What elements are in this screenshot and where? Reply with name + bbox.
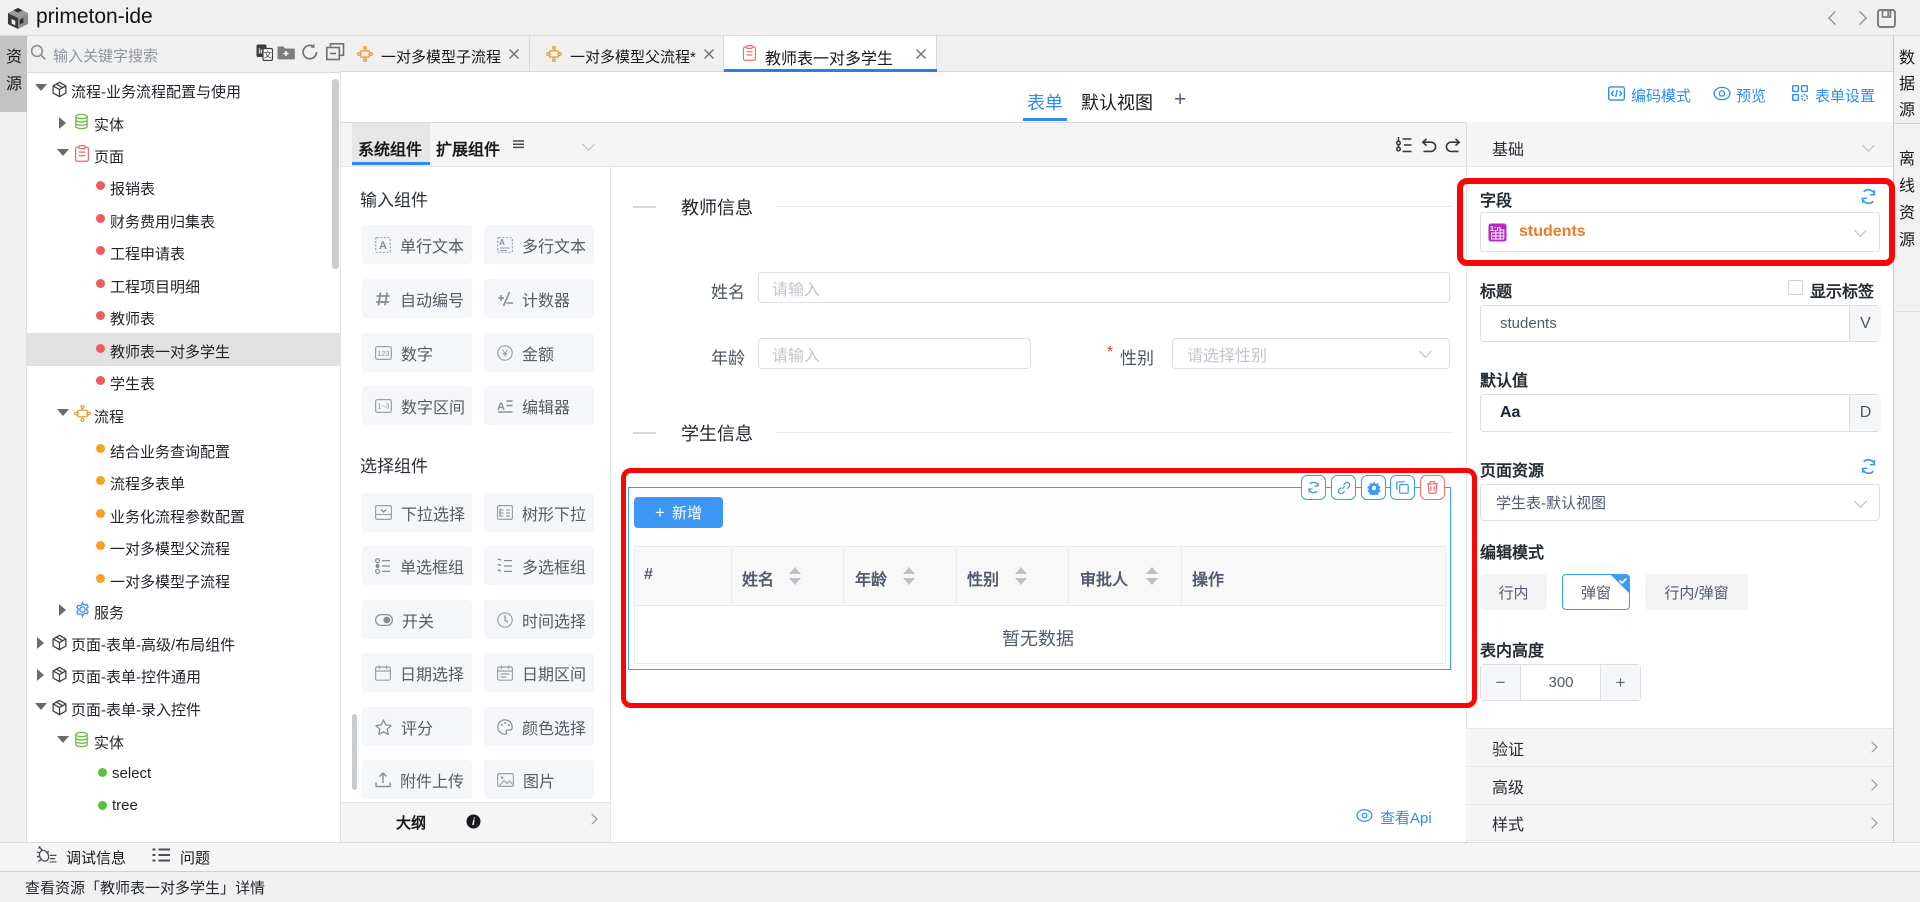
svg-text:i: i: [472, 817, 475, 828]
svg-text:A: A: [497, 401, 505, 413]
svg-text:文: 文: [264, 50, 272, 60]
svg-text:¥: ¥: [501, 348, 508, 359]
svg-text:123: 123: [378, 351, 390, 358]
svg-text:A: A: [379, 240, 387, 252]
svg-text:A: A: [499, 238, 505, 247]
svg-text:1~3: 1~3: [378, 403, 390, 410]
